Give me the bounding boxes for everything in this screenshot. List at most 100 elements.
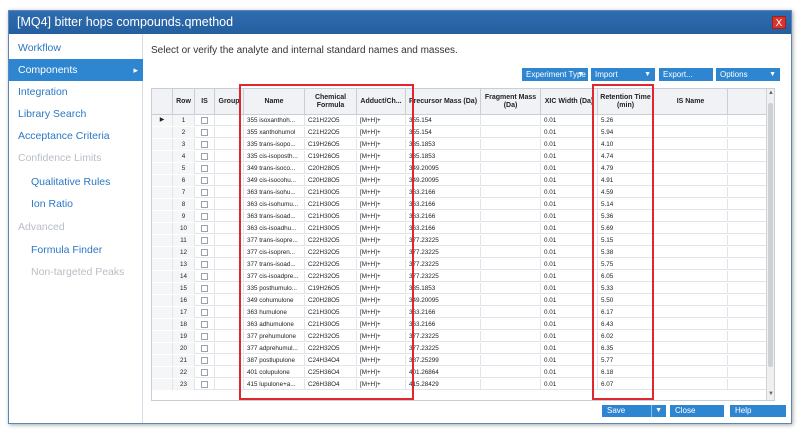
retention-time-cell[interactable]: 6.43 [598,319,654,330]
table-row[interactable]: 9 363 trans-isoad... C21H30O5 [M+H]+ 363.216… [152,211,772,222]
table-row[interactable]: 3 335 trans-isopo... C19H26O5 [M+H]+ 335.185… [152,139,772,150]
adduct-cell[interactable]: [M+H]+ [357,163,406,174]
fragment-mass-cell[interactable] [481,295,541,306]
group-cell[interactable] [215,331,244,342]
sidebar-item-workflow[interactable]: Workflow [9,37,143,59]
is-checkbox[interactable] [201,321,208,328]
is-name-cell[interactable] [654,379,728,390]
adduct-cell[interactable]: [M+H]+ [357,259,406,270]
is-name-cell[interactable] [654,259,728,270]
row-selector-cell[interactable] [152,307,173,318]
precursor-mass-cell[interactable]: 377.23225 [406,259,481,270]
row-selector-cell[interactable] [152,175,173,186]
row-selector-cell[interactable] [152,163,173,174]
row-selector-cell[interactable] [152,367,173,378]
table-row[interactable]: 4 335 cis-isoposth... C19H26O5 [M+H]+ 335.18… [152,151,772,162]
column-header-retention-time[interactable]: Retention Time (min) [598,89,654,115]
formula-cell[interactable]: C22H32O5 [305,343,357,354]
formula-cell[interactable]: C21H30O5 [305,307,357,318]
fragment-mass-cell[interactable] [481,379,541,390]
table-row[interactable]: 8 363 cis-isohumu... C21H30O5 [M+H]+ 363.216… [152,199,772,210]
name-cell[interactable]: 355 isoxanthoh... [244,115,305,126]
is-name-cell[interactable] [654,319,728,330]
precursor-mass-cell[interactable]: 415.28429 [406,379,481,390]
precursor-mass-cell[interactable]: 363.2166 [406,223,481,234]
group-cell[interactable] [215,187,244,198]
retention-time-cell[interactable]: 6.05 [598,271,654,282]
precursor-mass-cell[interactable]: 355.154 [406,115,481,126]
retention-time-cell[interactable]: 5.94 [598,127,654,138]
is-checkbox[interactable] [201,333,208,340]
scrollbar-thumb[interactable] [768,103,773,367]
is-name-cell[interactable] [654,211,728,222]
name-cell[interactable]: 335 trans-isopo... [244,139,305,150]
group-cell[interactable] [215,343,244,354]
row-selector-cell[interactable] [152,187,173,198]
formula-cell[interactable]: C25H36O4 [305,367,357,378]
group-cell[interactable] [215,259,244,270]
is-checkbox[interactable] [201,201,208,208]
name-cell[interactable]: 355 xanthohumol [244,127,305,138]
retention-time-cell[interactable]: 6.35 [598,343,654,354]
precursor-mass-cell[interactable]: 377.23225 [406,271,481,282]
export-button[interactable]: Export... [659,68,713,81]
sidebar-item-acceptance-criteria[interactable]: Acceptance Criteria [9,125,143,147]
formula-cell[interactable]: C24H34O4 [305,355,357,366]
is-name-cell[interactable] [654,355,728,366]
table-row[interactable]: 21 387 postlupulone C24H34O4 [M+H]+ 387.2529… [152,355,772,366]
row-selector-cell[interactable] [152,295,173,306]
xic-width-cell[interactable]: 0.01 [541,235,598,246]
group-cell[interactable] [215,307,244,318]
xic-width-cell[interactable]: 0.01 [541,331,598,342]
is-checkbox[interactable] [201,225,208,232]
fragment-mass-cell[interactable] [481,319,541,330]
group-cell[interactable] [215,223,244,234]
retention-time-cell[interactable]: 5.77 [598,355,654,366]
is-checkbox[interactable] [201,297,208,304]
help-button[interactable]: Help [730,405,786,417]
is-name-cell[interactable] [654,271,728,282]
formula-cell[interactable]: C20H28O5 [305,295,357,306]
close-button[interactable]: Close [670,405,724,417]
precursor-mass-cell[interactable]: 377.23225 [406,343,481,354]
xic-width-cell[interactable]: 0.01 [541,271,598,282]
sidebar-item-formula-finder[interactable]: Formula Finder [9,239,143,261]
precursor-mass-cell[interactable]: 387.25299 [406,355,481,366]
sidebar-item-qualitative-rules[interactable]: Qualitative Rules [9,171,143,193]
adduct-cell[interactable]: [M+H]+ [357,127,406,138]
is-checkbox[interactable] [201,117,208,124]
fragment-mass-cell[interactable] [481,163,541,174]
adduct-cell[interactable]: [M+H]+ [357,331,406,342]
xic-width-cell[interactable]: 0.01 [541,247,598,258]
group-cell[interactable] [215,283,244,294]
is-checkbox[interactable] [201,273,208,280]
retention-time-cell[interactable]: 5.50 [598,295,654,306]
adduct-cell[interactable]: [M+H]+ [357,223,406,234]
precursor-mass-cell[interactable]: 363.2166 [406,319,481,330]
row-selector-cell[interactable] [152,259,173,270]
retention-time-cell[interactable]: 6.17 [598,307,654,318]
name-cell[interactable]: 349 cohumulone [244,295,305,306]
fragment-mass-cell[interactable] [481,199,541,210]
precursor-mass-cell[interactable]: 363.2166 [406,187,481,198]
fragment-mass-cell[interactable] [481,355,541,366]
formula-cell[interactable]: C21H22O5 [305,127,357,138]
name-cell[interactable]: 415 lupulone+a... [244,379,305,390]
retention-time-cell[interactable]: 4.59 [598,187,654,198]
name-cell[interactable]: 363 trans-isohu... [244,187,305,198]
retention-time-cell[interactable]: 6.07 [598,379,654,390]
row-selector-cell[interactable] [152,211,173,222]
save-button[interactable]: Save ▼ [602,405,666,417]
xic-width-cell[interactable]: 0.01 [541,295,598,306]
is-name-cell[interactable] [654,247,728,258]
xic-width-cell[interactable]: 0.01 [541,115,598,126]
is-name-cell[interactable] [654,295,728,306]
formula-cell[interactable]: C21H30O5 [305,223,357,234]
xic-width-cell[interactable]: 0.01 [541,283,598,294]
adduct-cell[interactable]: [M+H]+ [357,235,406,246]
fragment-mass-cell[interactable] [481,151,541,162]
xic-width-cell[interactable]: 0.01 [541,307,598,318]
formula-cell[interactable]: C19H26O5 [305,151,357,162]
name-cell[interactable]: 377 adprehumul... [244,343,305,354]
table-row[interactable]: 15 335 posthumulo... C19H26O5 [M+H]+ 335.185… [152,283,772,294]
